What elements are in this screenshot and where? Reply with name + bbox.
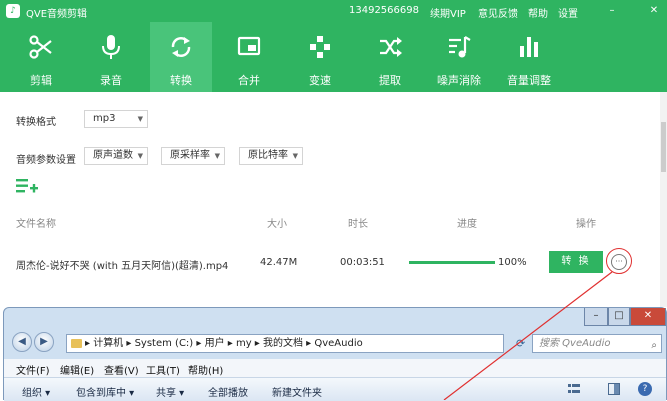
tool-convert[interactable]: 转换	[150, 22, 212, 92]
scissors-icon	[29, 35, 52, 59]
shuffle-icon	[380, 37, 402, 57]
format-select[interactable]: mp3 ▼	[84, 110, 148, 128]
dropdown-arrow-icon: ▼	[137, 152, 143, 160]
help-link[interactable]: 帮助	[528, 5, 548, 20]
tool-label: 提取	[379, 74, 401, 87]
dropdown-arrow-icon: ▼	[292, 152, 298, 160]
tool-label: 录音	[100, 74, 122, 87]
tool-label: 变速	[309, 74, 331, 87]
feedback-link[interactable]: 意见反馈	[478, 5, 518, 20]
explorer-menu-bar: 文件(F) 编辑(E) 查看(V) 工具(T) 帮助(H)	[4, 359, 666, 377]
menu-file[interactable]: 文件(F)	[16, 362, 50, 377]
samplerate-select[interactable]: 原采样率 ▼	[161, 147, 225, 165]
file-duration: 00:03:51	[340, 257, 385, 268]
app-title: QVE音频剪辑	[26, 9, 88, 20]
title-bar: ♪ QVE音频剪辑 13492566698 续期VIP 意见反馈 帮助 设置 –…	[0, 0, 667, 22]
add-file-icon[interactable]	[16, 178, 38, 194]
merge-icon	[237, 36, 261, 56]
search-placeholder: 搜索 QveAudio	[539, 338, 611, 349]
menu-tools[interactable]: 工具(T)	[146, 362, 180, 377]
file-name: 周杰伦-说好不哭 (with 五月天阿信)(超清).mp4	[16, 261, 229, 272]
explorer-close-button[interactable]: ✕	[630, 308, 666, 326]
folder-icon	[71, 339, 82, 348]
search-icon: ⌕	[651, 340, 657, 351]
help-icon[interactable]: ?	[638, 382, 652, 396]
convert-cycle-icon	[171, 37, 191, 57]
column-header-action: 操作	[576, 219, 596, 230]
tool-record[interactable]: 录音	[80, 22, 142, 92]
settings-link[interactable]: 设置	[558, 5, 578, 20]
back-button[interactable]: ◀	[12, 332, 32, 352]
dropdown-arrow-icon: ▼	[214, 152, 220, 160]
tool-speed[interactable]: 变速	[289, 22, 351, 92]
channels-value: 原声道数	[93, 150, 133, 161]
renew-vip-link[interactable]: 续期VIP	[430, 5, 466, 20]
channels-select[interactable]: 原声道数 ▼	[84, 147, 148, 165]
noise-removal-icon	[449, 36, 471, 58]
explorer-maximize-button[interactable]: □	[608, 308, 630, 326]
search-input[interactable]: 搜索 QveAudio ⌕	[532, 334, 662, 353]
tool-noise-removal[interactable]: 噪声消除	[428, 22, 490, 92]
convert-button[interactable]: 转 换	[549, 251, 603, 273]
view-options-icon[interactable]	[568, 383, 580, 395]
samplerate-value: 原采样率	[170, 150, 210, 161]
tool-extract[interactable]: 提取	[359, 22, 421, 92]
qve-audio-app: ♪ QVE音频剪辑 13492566698 续期VIP 意见反馈 帮助 设置 –…	[0, 0, 667, 401]
scrollbar-thumb[interactable]	[661, 122, 666, 172]
explorer-window: – □ ✕ ◀ ▶ ▸ 计算机 ▸ System (C:) ▸ 用户 ▸ my …	[3, 307, 667, 401]
speed-icon	[310, 36, 330, 58]
progress-bar	[409, 261, 495, 264]
organize-button[interactable]: 组织 ▾	[22, 384, 50, 399]
explorer-command-bar: 组织 ▾ 包含到库中 ▾ 共享 ▾ 全部播放 新建文件夹 ?	[4, 377, 666, 401]
tool-cut[interactable]: 剪辑	[10, 22, 72, 92]
column-header-size: 大小	[267, 219, 287, 230]
minimize-button[interactable]: –	[604, 3, 620, 19]
progress-text: 100%	[498, 257, 527, 268]
column-header-progress: 进度	[457, 219, 477, 230]
tool-label: 音量调整	[507, 74, 551, 87]
microphone-icon	[102, 35, 120, 59]
user-phone: 13492566698	[349, 5, 419, 16]
tool-label: 合并	[238, 74, 260, 87]
share-button[interactable]: 共享 ▾	[156, 384, 184, 399]
format-label: 转换格式	[16, 117, 56, 128]
tool-label: 剪辑	[30, 74, 52, 87]
app-logo-icon: ♪	[6, 4, 20, 18]
bitrate-select[interactable]: 原比特率 ▼	[239, 147, 303, 165]
bitrate-value: 原比特率	[248, 150, 288, 161]
menu-edit[interactable]: 编辑(E)	[60, 362, 94, 377]
include-in-library-button[interactable]: 包含到库中 ▾	[76, 384, 134, 399]
volume-bars-icon	[520, 37, 538, 57]
format-value: mp3	[93, 113, 116, 124]
scrollbar[interactable]	[660, 92, 667, 307]
tool-merge[interactable]: 合并	[218, 22, 280, 92]
new-folder-button[interactable]: 新建文件夹	[272, 384, 322, 399]
explorer-minimize-button[interactable]: –	[584, 308, 608, 326]
tool-label: 转换	[170, 74, 192, 87]
tool-volume-adjust[interactable]: 音量调整	[498, 22, 560, 92]
audio-params-label: 音频参数设置	[16, 155, 76, 166]
column-header-duration: 时长	[348, 219, 368, 230]
play-all-button[interactable]: 全部播放	[208, 384, 248, 399]
refresh-icon[interactable]: ⟳	[516, 337, 525, 350]
address-bar[interactable]: ▸ 计算机 ▸ System (C:) ▸ 用户 ▸ my ▸ 我的文档 ▸ Q…	[66, 334, 504, 353]
annotation-circle	[606, 248, 632, 274]
menu-help[interactable]: 帮助(H)	[188, 362, 223, 377]
close-button[interactable]: ✕	[646, 3, 662, 19]
dropdown-arrow-icon: ▼	[137, 115, 143, 123]
main-toolbar: 剪辑 录音 转换 合并 变速 提取 噪声消除 音量调整	[0, 22, 667, 92]
tool-label: 噪声消除	[437, 74, 481, 87]
preview-pane-icon[interactable]	[608, 383, 620, 395]
address-path: ▸ 计算机 ▸ System (C:) ▸ 用户 ▸ my ▸ 我的文档 ▸ Q…	[85, 338, 363, 349]
file-size: 42.47M	[260, 257, 298, 268]
menu-view[interactable]: 查看(V)	[104, 362, 139, 377]
column-header-name: 文件名称	[16, 219, 56, 230]
forward-button[interactable]: ▶	[34, 332, 54, 352]
